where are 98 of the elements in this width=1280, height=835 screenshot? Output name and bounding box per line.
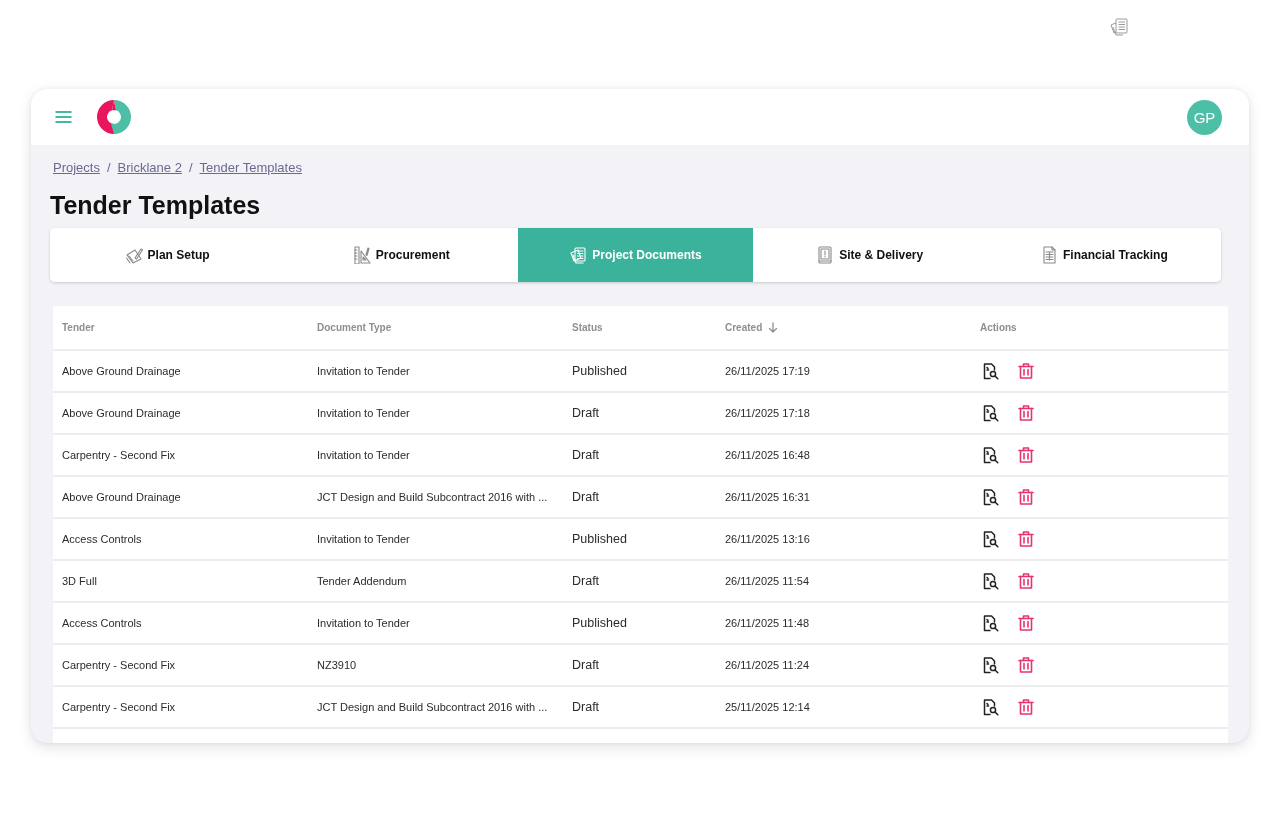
- delete-button[interactable]: [1018, 615, 1034, 631]
- preview-document-button[interactable]: [983, 614, 999, 632]
- created-cell: 26/11/2025 11:24: [725, 659, 809, 671]
- book-icon: [816, 246, 835, 264]
- status-cell: Draft: [572, 658, 600, 672]
- status-cell: Draft: [572, 406, 600, 420]
- document-search-icon: [983, 488, 999, 506]
- menu-icon: [55, 111, 72, 123]
- sort-down-icon[interactable]: [768, 322, 779, 333]
- trash-icon: [1018, 573, 1034, 589]
- status-cell: Draft: [572, 490, 600, 504]
- tender-cell: Above Ground Drainage: [62, 491, 181, 503]
- created-cell: 26/11/2025 11:54: [725, 575, 809, 587]
- preview-document-button[interactable]: [983, 698, 999, 716]
- trash-icon: [1018, 657, 1034, 673]
- documents-icon: [1110, 17, 1130, 37]
- document-search-icon: [983, 572, 999, 590]
- preview-document-button[interactable]: [983, 530, 999, 548]
- created-cell: 25/11/2025 12:14: [725, 701, 810, 713]
- document-search-icon: [983, 614, 999, 632]
- document-type-cell: JCT Design and Build Subcontract 2016 with ...: [317, 701, 548, 713]
- delete-button[interactable]: [1018, 699, 1034, 715]
- column-header: Actions: [980, 322, 1017, 333]
- created-cell: 26/11/2025 17:19: [725, 365, 810, 377]
- delete-button[interactable]: [1018, 363, 1034, 379]
- delete-button[interactable]: [1018, 489, 1034, 505]
- document-search-icon: [983, 446, 999, 464]
- created-cell: 26/11/2025 16:48: [725, 449, 810, 461]
- tab[interactable]: Project Documents: [518, 228, 753, 282]
- document-type-cell: JCT Design and Build Subcontract 2016 with ...: [317, 491, 548, 503]
- preview-document-button[interactable]: [983, 446, 999, 464]
- document-type-cell: Invitation to Tender: [317, 449, 410, 461]
- created-cell: 26/11/2025 13:16: [725, 533, 810, 545]
- tender-cell: Above Ground Drainage: [62, 407, 181, 419]
- delete-button[interactable]: [1018, 657, 1034, 673]
- preview-document-button[interactable]: [983, 362, 999, 380]
- document-type-cell: Tender Addendum: [317, 575, 407, 587]
- menu-button[interactable]: [55, 111, 72, 123]
- column-header: Document Type: [317, 322, 392, 333]
- delete-button[interactable]: [1018, 531, 1034, 547]
- column-header: Tender: [62, 322, 95, 333]
- preview-document-button[interactable]: [983, 404, 999, 422]
- trash-icon: [1018, 447, 1034, 463]
- ring-logo: [96, 99, 132, 135]
- delete-button[interactable]: [1018, 447, 1034, 463]
- tab[interactable]: Site & Delivery: [752, 228, 987, 282]
- preview-document-button[interactable]: [983, 572, 999, 590]
- trash-icon: [1018, 363, 1034, 379]
- tender-cell: Access Controls: [62, 617, 142, 629]
- document-search-icon: [983, 530, 999, 548]
- tender-cell: Carpentry - Second Fix: [62, 449, 176, 461]
- document-search-icon: [983, 404, 999, 422]
- document-search-icon: [983, 656, 999, 674]
- breadcrumb-link[interactable]: Projects: [53, 159, 100, 177]
- tab[interactable]: Procurement: [284, 228, 519, 282]
- preview-document-button[interactable]: [983, 488, 999, 506]
- tender-cell: Above Ground Drainage: [62, 365, 181, 377]
- tender-cell: Access Controls: [62, 533, 142, 545]
- document-type-cell: Invitation to Tender: [317, 365, 410, 377]
- ruler-triangle-icon: [352, 246, 371, 264]
- tender-cell: Carpentry - Second Fix: [62, 701, 176, 713]
- document-type-cell: NZ3910: [317, 659, 357, 671]
- document-search-icon: [983, 362, 999, 380]
- document-type-cell: Invitation to Tender: [317, 617, 410, 629]
- column-header: Created: [725, 322, 763, 333]
- column-header: Status: [572, 322, 603, 333]
- delete-button[interactable]: [1018, 573, 1034, 589]
- drawing-tools-icon: [124, 246, 143, 264]
- page-title: Tender Templates: [50, 190, 261, 220]
- status-cell: Published: [572, 364, 627, 378]
- status-cell: Draft: [572, 700, 600, 714]
- preview-document-button[interactable]: [983, 656, 999, 674]
- trash-icon: [1018, 615, 1034, 631]
- status-cell: Published: [572, 616, 627, 630]
- tender-cell: Carpentry - Second Fix: [62, 659, 176, 671]
- status-cell: Draft: [572, 448, 600, 462]
- trash-icon: [1018, 531, 1034, 547]
- document-search-icon: [983, 698, 999, 716]
- delete-button[interactable]: [1018, 405, 1034, 421]
- status-cell: Published: [572, 532, 627, 546]
- document-type-cell: Invitation to Tender: [317, 533, 410, 545]
- documents-icon: [569, 246, 588, 264]
- trash-icon: [1018, 699, 1034, 715]
- created-cell: 26/11/2025 17:18: [725, 407, 810, 419]
- breadcrumb-link[interactable]: Tender Templates: [199, 159, 302, 177]
- document-type-cell: Invitation to Tender: [317, 407, 410, 419]
- breadcrumb-link[interactable]: Bricklane 2: [117, 159, 182, 177]
- trash-icon: [1018, 405, 1034, 421]
- breadcrumb-separator: /: [106, 159, 111, 177]
- tender-cell: 3D Full: [62, 575, 97, 587]
- status-cell: Draft: [572, 574, 600, 588]
- trash-icon: [1018, 489, 1034, 505]
- tab[interactable]: Financial Tracking: [986, 228, 1221, 282]
- created-cell: 26/11/2025 11:48: [725, 617, 809, 629]
- tab[interactable]: Plan Setup: [50, 228, 285, 282]
- spreadsheet-icon: [1040, 246, 1059, 264]
- breadcrumb-separator: /: [188, 159, 193, 177]
- created-cell: 26/11/2025 16:31: [725, 491, 810, 503]
